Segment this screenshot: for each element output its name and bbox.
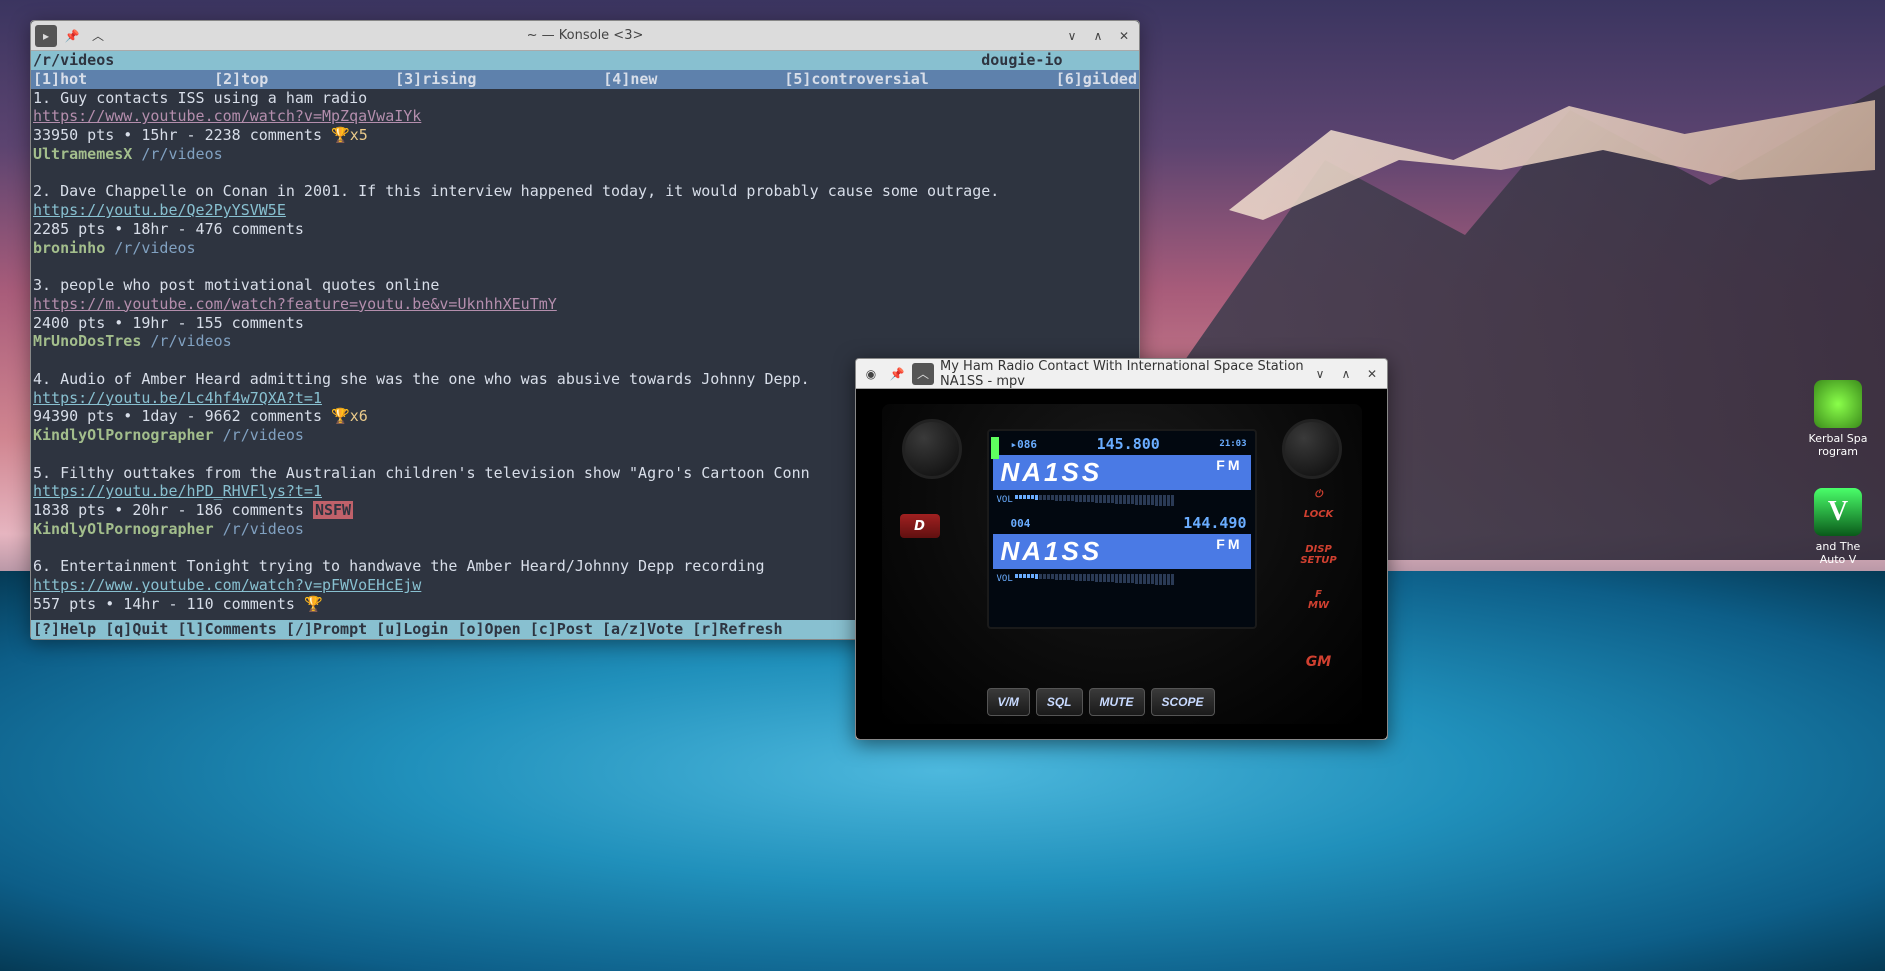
power-icon: ⏻ bbox=[1294, 489, 1344, 500]
sort-tab-new[interactable]: [4]new bbox=[603, 70, 657, 89]
minimize-icon[interactable]: ∨ bbox=[1061, 25, 1083, 47]
radio-button-sql: SQL bbox=[1036, 688, 1083, 716]
sort-tab-controversial[interactable]: [5]controversial bbox=[784, 70, 929, 89]
video-area[interactable]: D ⏻ LOCK DISP SETUP F MW GM ▸086145.8002… bbox=[856, 389, 1387, 739]
post-title-line: 3. people who post motivational quotes o… bbox=[31, 276, 1139, 295]
window-title: ~ — Konsole <3> bbox=[109, 28, 1061, 43]
radio-screen: ▸086145.80021:03 NA1SSFM VOL 004144.490 … bbox=[987, 429, 1257, 629]
shade-icon[interactable]: ︿ bbox=[912, 363, 934, 385]
d-button: D bbox=[900, 514, 940, 538]
shade-icon[interactable]: ︿ bbox=[87, 25, 109, 47]
radio-button-scope: SCOPE bbox=[1151, 688, 1215, 716]
post-meta: 2285 pts • 18hr - 476 comments bbox=[31, 220, 1139, 239]
post-author-line: MrUnoDosTres /r/videos bbox=[31, 332, 1139, 351]
post-author-line: UltramemesX /r/videos bbox=[31, 145, 1139, 164]
disp-label: DISP SETUP bbox=[1294, 544, 1344, 566]
gm-label: GM bbox=[1294, 654, 1344, 670]
vol-bar-1: VOL bbox=[993, 492, 1251, 508]
icon-label: Kerbal Spa rogram bbox=[1803, 432, 1873, 458]
radio-button-v-m: V/M bbox=[987, 688, 1030, 716]
vol-bar-2: VOL bbox=[993, 571, 1251, 587]
radio-buttons: V/MSQLMUTESCOPE bbox=[987, 688, 1215, 716]
post-url[interactable]: https://m.youtube.com/watch?feature=yout… bbox=[31, 295, 1139, 314]
freq-row-1: ▸086145.80021:03 bbox=[993, 435, 1251, 453]
pin-icon[interactable]: 📌 bbox=[61, 25, 83, 47]
maximize-icon[interactable]: ∧ bbox=[1087, 25, 1109, 47]
lock-label: LOCK bbox=[1294, 509, 1344, 520]
subreddit-path: /r/videos bbox=[33, 51, 114, 69]
f-label: F MW bbox=[1294, 589, 1344, 611]
minimize-icon[interactable]: ∨ bbox=[1309, 363, 1331, 385]
mpv-window-title: My Ham Radio Contact With International … bbox=[940, 359, 1309, 389]
sort-tab-top[interactable]: [2]top bbox=[214, 70, 268, 89]
sort-tabs: [1]hot [2]top [3]rising [4]new [5]controvers… bbox=[31, 70, 1139, 89]
post-url[interactable]: https://www.youtube.com/watch?v=MpZqaVwa… bbox=[31, 107, 1139, 126]
sort-tab-rising[interactable]: [3]rising bbox=[395, 70, 476, 89]
post-author-line: broninho /r/videos bbox=[31, 239, 1139, 258]
gtav-icon: V bbox=[1814, 488, 1862, 536]
post-title-line: 1. Guy contacts ISS using a ham radio bbox=[31, 89, 1139, 108]
callsign-2: NA1SSFM bbox=[993, 534, 1251, 569]
signal-bar bbox=[991, 437, 999, 459]
freq-row-2: 004144.490 bbox=[993, 514, 1251, 532]
menu-icon[interactable]: ▸ bbox=[35, 25, 57, 47]
ham-radio-device: D ⏻ LOCK DISP SETUP F MW GM ▸086145.8002… bbox=[882, 404, 1362, 724]
desktop-icons: Kerbal Spa rogram V and The Auto V bbox=[1803, 380, 1873, 566]
mpv-app-icon: ◉ bbox=[860, 363, 882, 385]
sort-tab-hot[interactable]: [1]hot bbox=[33, 70, 87, 89]
post-meta: 33950 pts • 15hr - 2238 comments 🏆x5 bbox=[31, 126, 1139, 145]
post-url[interactable]: https://youtu.be/Qe2PyYSVW5E bbox=[31, 201, 1139, 220]
mpv-titlebar[interactable]: ◉ 📌 ︿ My Ham Radio Contact With Internat… bbox=[856, 359, 1387, 389]
maximize-icon[interactable]: ∧ bbox=[1335, 363, 1357, 385]
knob-top-right bbox=[1282, 419, 1342, 479]
knob-top-left bbox=[902, 419, 962, 479]
sort-tab-gilded[interactable]: [6]gilded bbox=[1056, 70, 1137, 89]
logged-user: dougie-io bbox=[981, 51, 1062, 69]
kerbal-icon bbox=[1814, 380, 1862, 428]
pin-icon[interactable]: 📌 bbox=[886, 363, 908, 385]
desktop-icon-kerbal[interactable]: Kerbal Spa rogram bbox=[1803, 380, 1873, 458]
icon-label: and The Auto V bbox=[1803, 540, 1873, 566]
radio-button-mute: MUTE bbox=[1089, 688, 1145, 716]
post-meta: 2400 pts • 19hr - 155 comments bbox=[31, 314, 1139, 333]
header-bar: /r/videos dougie-io bbox=[31, 51, 1139, 70]
desktop-icon-gtav[interactable]: V and The Auto V bbox=[1803, 488, 1873, 566]
konsole-titlebar[interactable]: ▸ 📌 ︿ ~ — Konsole <3> ∨ ∧ ✕ bbox=[31, 21, 1139, 51]
callsign-1: NA1SSFM bbox=[993, 455, 1251, 490]
close-icon[interactable]: ✕ bbox=[1361, 363, 1383, 385]
mpv-window: ◉ 📌 ︿ My Ham Radio Contact With Internat… bbox=[855, 358, 1388, 740]
close-icon[interactable]: ✕ bbox=[1113, 25, 1135, 47]
post-title-line: 2. Dave Chappelle on Conan in 2001. If t… bbox=[31, 182, 1139, 201]
